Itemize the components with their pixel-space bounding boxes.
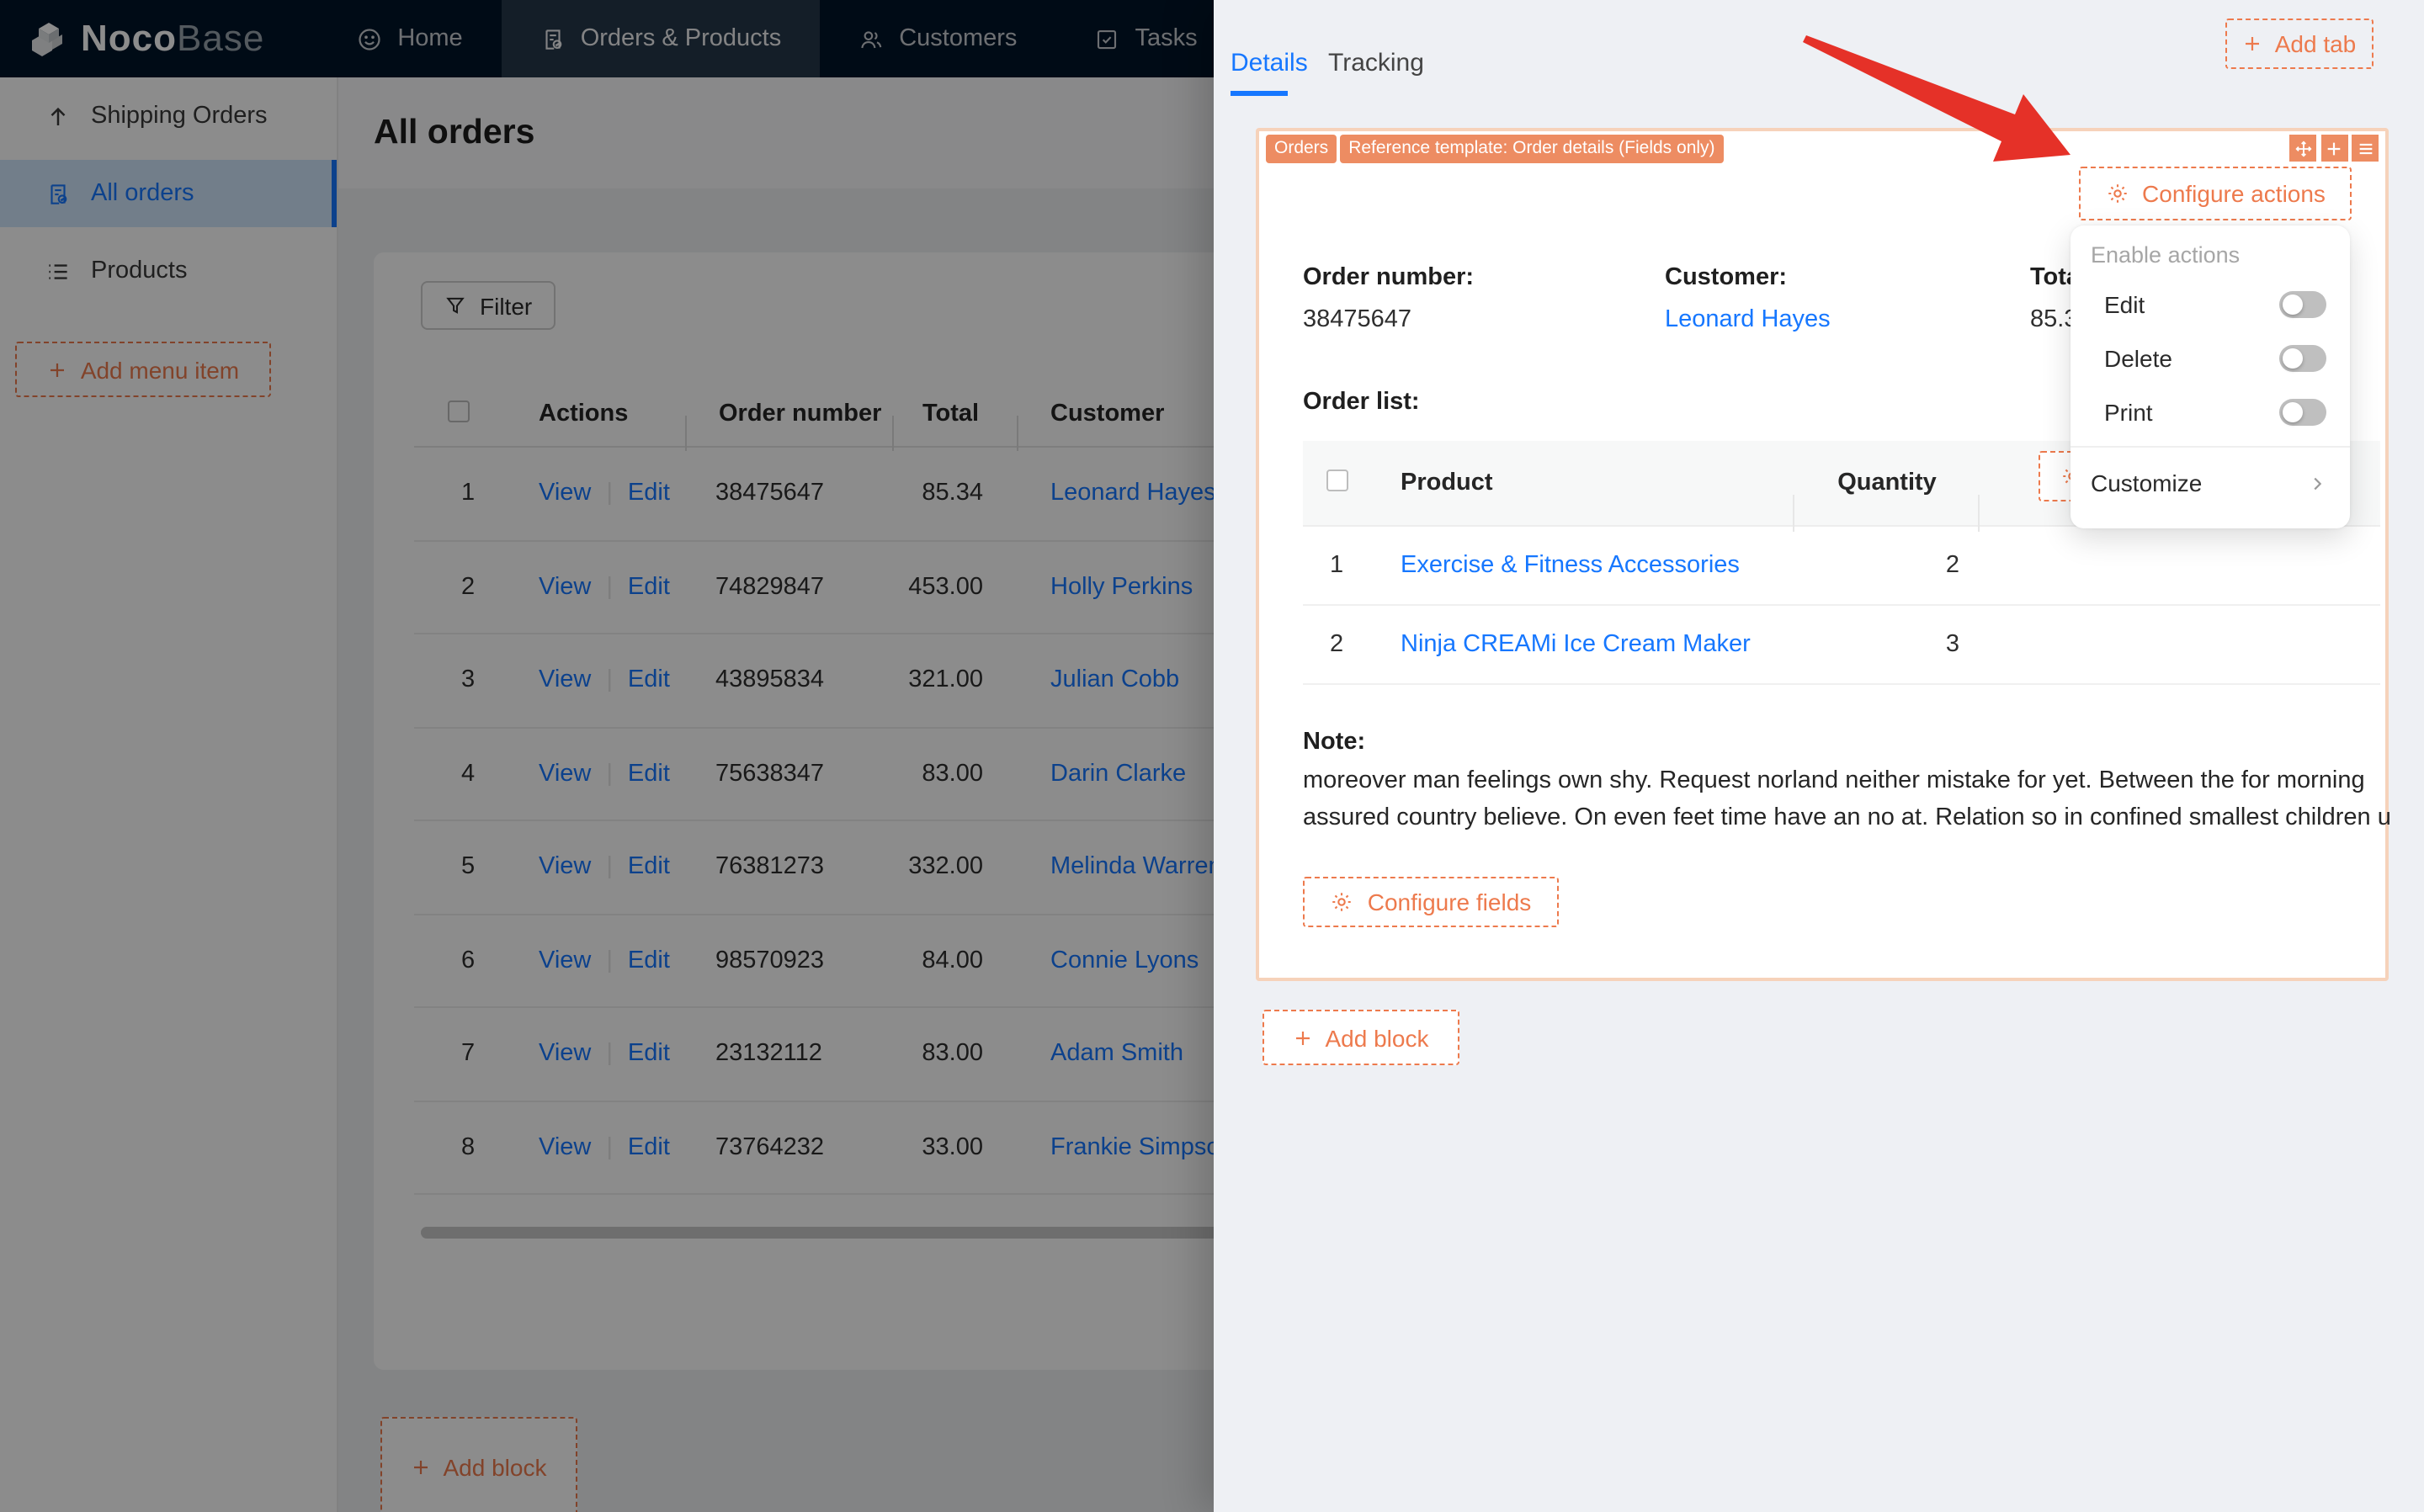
drag-icon[interactable] — [2289, 135, 2316, 162]
quantity-cell: 2 — [1945, 552, 1959, 579]
gear-icon — [2105, 182, 2129, 205]
edit-toggle[interactable] — [2279, 291, 2326, 318]
add-block-button-drawer[interactable]: Add block — [1262, 1010, 1459, 1065]
print-toggle[interactable] — [2279, 399, 2326, 426]
order-list-body: 1 Exercise & Fitness Accessories 2 2 Nin… — [1303, 527, 2380, 685]
add-tab-button[interactable]: Add tab — [2225, 19, 2374, 69]
gear-icon — [1331, 890, 1354, 914]
collection-tag: Orders — [1266, 135, 1337, 163]
plus-icon — [1296, 1031, 1310, 1044]
note-text: moreover man feelings own shy. Request n… — [1303, 767, 2391, 831]
reference-template-tag: Reference template: Order details (Field… — [1340, 135, 1724, 163]
field-order-number: Order number: 38475647 — [1303, 264, 1474, 333]
column-header-quantity: Quantity — [1794, 470, 1980, 532]
select-all-checkbox[interactable] — [1326, 469, 1348, 491]
select-all-cell — [1303, 469, 1374, 497]
menu-item-delete[interactable]: Delete — [2070, 332, 2350, 385]
list-item: 2 Ninja CREAMi Ice Cream Maker 3 — [1303, 606, 2380, 685]
order-details-drawer: Details Tracking Add tab Orders Referenc… — [1214, 0, 2424, 1512]
tab-details[interactable]: Details — [1231, 49, 1308, 77]
field-customer: Customer: Leonard Hayes — [1665, 264, 1831, 333]
add-tab-label: Add tab — [2274, 30, 2357, 57]
plus-icon — [2246, 37, 2260, 50]
menu-item-label: Edit — [2104, 291, 2145, 318]
list-item: 1 Exercise & Fitness Accessories 2 — [1303, 527, 2380, 606]
delete-toggle[interactable] — [2279, 345, 2326, 372]
active-tab-indicator — [1231, 91, 1288, 95]
app-root: NocoBase Home Orders & Products Customer… — [0, 0, 2424, 1512]
configure-actions-dropdown: Enable actions Edit Delete Print Customi… — [2070, 225, 2350, 528]
block-tags: Orders Reference template: Order details… — [1266, 135, 1724, 163]
quantity-cell: 3 — [1945, 631, 1959, 658]
add-block-label: Add block — [1325, 1024, 1429, 1051]
menu-item-print[interactable]: Print — [2070, 385, 2350, 439]
customer-link[interactable]: Leonard Hayes — [1665, 306, 1831, 333]
note-label: Note: — [1303, 729, 1366, 756]
column-header-product: Product — [1374, 470, 1794, 532]
menu-item-label: Delete — [2104, 345, 2172, 372]
menu-icon[interactable] — [2352, 135, 2379, 162]
configure-fields-label: Configure fields — [1367, 889, 1532, 915]
field-value: 38475647 — [1303, 306, 1412, 333]
chevron-right-icon — [2308, 474, 2326, 492]
field-label: Customer: — [1665, 264, 1788, 291]
plus-icon[interactable] — [2320, 135, 2347, 162]
menu-item-customize[interactable]: Customize — [2070, 454, 2350, 512]
tab-tracking[interactable]: Tracking — [1328, 49, 1424, 77]
order-list-label: Order list: — [1303, 389, 1420, 416]
configure-actions-button[interactable]: Configure actions — [2079, 167, 2352, 220]
menu-divider — [2070, 446, 2350, 448]
block-toolbar — [2289, 135, 2379, 162]
configure-actions-label: Configure actions — [2142, 180, 2326, 207]
menu-item-edit[interactable]: Edit — [2070, 278, 2350, 332]
field-label: Order number: — [1303, 264, 1475, 291]
menu-item-label: Print — [2104, 399, 2153, 426]
row-index: 1 — [1330, 552, 1344, 579]
configure-fields-button[interactable]: Configure fields — [1303, 877, 1559, 927]
product-link[interactable]: Ninja CREAMi Ice Cream Maker — [1374, 631, 1794, 658]
menu-item-label: Customize — [2091, 470, 2203, 496]
row-index: 2 — [1330, 631, 1344, 658]
dropdown-group-header: Enable actions — [2091, 242, 2241, 268]
product-link[interactable]: Exercise & Fitness Accessories — [1374, 552, 1794, 579]
drawer-backdrop-mask[interactable] — [0, 0, 1214, 1512]
